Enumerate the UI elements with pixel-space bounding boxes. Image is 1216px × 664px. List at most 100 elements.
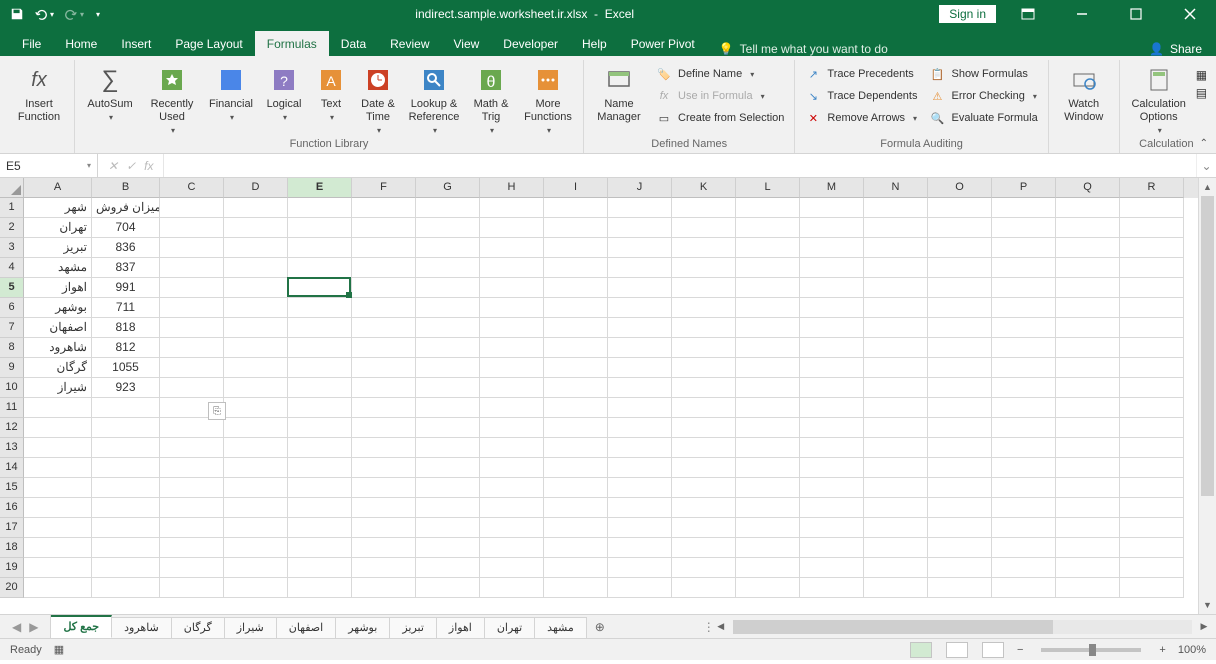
normal-view-button[interactable] (910, 642, 932, 658)
share-button[interactable]: 👤Share (1135, 42, 1216, 56)
enter-formula-icon[interactable]: ✓ (126, 159, 136, 173)
cell-grid[interactable]: شهرمیزان فروشتهران704تبریز836مشهد837اهوا… (24, 198, 1198, 614)
formula-input[interactable] (164, 154, 1196, 177)
fx-small-icon: fx (656, 88, 672, 104)
redo-icon[interactable]: ▾ (64, 7, 84, 21)
quick-analysis-icon[interactable]: ⎘ (208, 402, 226, 420)
defined-names-group-label: Defined Names (590, 136, 788, 153)
error-checking-button[interactable]: ⚠Error Checking ▾ (925, 86, 1041, 106)
lookup-reference-button[interactable]: Lookup & Reference▾ (405, 62, 463, 136)
tab-power-pivot[interactable]: Power Pivot (619, 31, 707, 56)
quick-access-toolbar: ▾ ▾ ▾ (0, 7, 110, 21)
new-sheet-button[interactable]: ⊕ (587, 615, 613, 638)
macro-record-icon[interactable]: ▦ (54, 643, 64, 656)
sheet-tab[interactable]: اهواز (437, 617, 485, 638)
page-break-view-button[interactable] (982, 642, 1004, 658)
sheet-nav-next-icon[interactable]: ▶ (29, 620, 38, 634)
text-icon: A (315, 64, 347, 96)
sign-in-button[interactable]: Sign in (939, 5, 996, 23)
watch-window-button[interactable]: Watch Window (1055, 62, 1113, 148)
worksheet[interactable]: ABCDEFGHIJKLMNOPQR 123456789101112131415… (0, 178, 1216, 614)
collapse-ribbon-icon[interactable]: ⌃ (1200, 138, 1208, 149)
zoom-in-button[interactable]: + (1159, 644, 1165, 656)
create-from-selection-button[interactable]: ▭Create from Selection (652, 108, 788, 128)
more-functions-button[interactable]: More Functions▾ (519, 62, 577, 136)
status-ready: Ready (10, 644, 42, 656)
select-all-cell[interactable] (0, 178, 24, 198)
sheet-tab[interactable]: شیراز (225, 617, 277, 638)
vertical-scrollbar[interactable]: ▲ ▼ (1198, 178, 1216, 614)
financial-button[interactable]: Financial▾ (205, 62, 257, 136)
undo-icon[interactable]: ▾ (34, 7, 54, 21)
status-bar: Ready ▦ − + 100% (0, 638, 1216, 660)
tab-formulas[interactable]: Formulas (255, 31, 329, 56)
minimize-button[interactable] (1060, 0, 1104, 28)
tab-view[interactable]: View (442, 31, 492, 56)
save-icon[interactable] (10, 7, 24, 21)
zoom-slider[interactable] (1041, 648, 1141, 652)
sheet-tab[interactable]: بوشهر (336, 617, 390, 638)
evaluate-icon: 🔍 (929, 110, 945, 126)
horizontal-scrollbar[interactable]: ◀▶ (709, 615, 1216, 638)
sheet-tab[interactable]: جمع کل (51, 615, 112, 638)
tell-me-search[interactable]: 💡 Tell me what you want to do (709, 42, 898, 56)
logical-button[interactable]: ?Logical▾ (261, 62, 307, 136)
autosum-button[interactable]: ∑AutoSum▾ (81, 62, 139, 136)
date-time-button[interactable]: Date & Time▾ (355, 62, 401, 136)
column-headers[interactable]: ABCDEFGHIJKLMNOPQR (24, 178, 1198, 198)
sheet-nav-prev-icon[interactable]: ◀ (12, 620, 21, 634)
tab-data[interactable]: Data (329, 31, 378, 56)
trace-precedents-button[interactable]: ↗Trace Precedents (801, 64, 921, 84)
fx-bar-icon[interactable]: fx (144, 159, 153, 173)
tab-page-layout[interactable]: Page Layout (163, 31, 254, 56)
svg-text:A: A (326, 73, 336, 89)
sheet-tab[interactable]: اصفهان (277, 617, 336, 638)
zoom-out-button[interactable]: − (1017, 644, 1023, 656)
sheet-tab[interactable]: گرگان (172, 617, 225, 638)
calculation-group-label: Calculation (1126, 136, 1207, 153)
tab-review[interactable]: Review (378, 31, 441, 56)
title-bar: ▾ ▾ ▾ indirect.sample.worksheet.ir.xlsx … (0, 0, 1216, 28)
tab-developer[interactable]: Developer (491, 31, 570, 56)
remove-arrows-button[interactable]: ✕Remove Arrows ▾ (801, 108, 921, 128)
maximize-button[interactable] (1114, 0, 1158, 28)
expand-formula-bar-icon[interactable]: ⌄ (1196, 154, 1216, 177)
tab-insert[interactable]: Insert (109, 31, 163, 56)
tab-home[interactable]: Home (53, 31, 109, 56)
evaluate-formula-button[interactable]: 🔍Evaluate Formula (925, 108, 1041, 128)
sheet-tab[interactable]: تبریز (390, 617, 437, 638)
function-library-group-label: Function Library (81, 136, 577, 153)
insert-function-button[interactable]: fx Insert Function (10, 62, 68, 148)
row-headers[interactable]: 1234567891011121314151617181920 (0, 198, 24, 598)
trace-dependents-button[interactable]: ↘Trace Dependents (801, 86, 921, 106)
calculation-options-button[interactable]: Calculation Options▾ (1126, 62, 1192, 136)
sheet-tab[interactable]: مشهد (535, 617, 587, 638)
calc-icon (1143, 64, 1175, 96)
show-formulas-button[interactable]: 📋Show Formulas (925, 64, 1041, 84)
share-icon: 👤 (1149, 42, 1164, 56)
text-button[interactable]: AText▾ (311, 62, 351, 136)
close-button[interactable] (1168, 0, 1212, 28)
sigma-icon: ∑ (94, 64, 126, 96)
precedents-icon: ↗ (805, 66, 821, 82)
use-in-formula-button[interactable]: fxUse in Formula▾ (652, 86, 788, 106)
customize-qat-icon[interactable]: ▾ (96, 10, 100, 19)
name-manager-button[interactable]: Name Manager (590, 62, 648, 136)
tab-help[interactable]: Help (570, 31, 619, 56)
define-name-button[interactable]: 🏷️Define Name ▾ (652, 64, 788, 84)
dependents-icon: ↘ (805, 88, 821, 104)
name-box[interactable]: E5▾ (0, 154, 98, 177)
sheet-tab[interactable]: تهران (485, 617, 535, 638)
cancel-formula-icon[interactable]: ✕ (108, 159, 118, 173)
tab-file[interactable]: File (10, 31, 53, 56)
calc-now-icon[interactable]: ▦ (1196, 68, 1207, 82)
ribbon-tabs: FileHomeInsertPage LayoutFormulasDataRev… (0, 28, 1216, 56)
ribbon-display-options-icon[interactable] (1006, 0, 1050, 28)
sheet-tab[interactable]: شاهرود (112, 617, 172, 638)
more-icon (532, 64, 564, 96)
recently-used-button[interactable]: Recently Used▾ (143, 62, 201, 136)
math-trig-button[interactable]: θMath & Trig▾ (467, 62, 515, 136)
zoom-level[interactable]: 100% (1178, 644, 1206, 656)
calc-sheet-icon[interactable]: ▤ (1196, 86, 1207, 100)
page-layout-view-button[interactable] (946, 642, 968, 658)
